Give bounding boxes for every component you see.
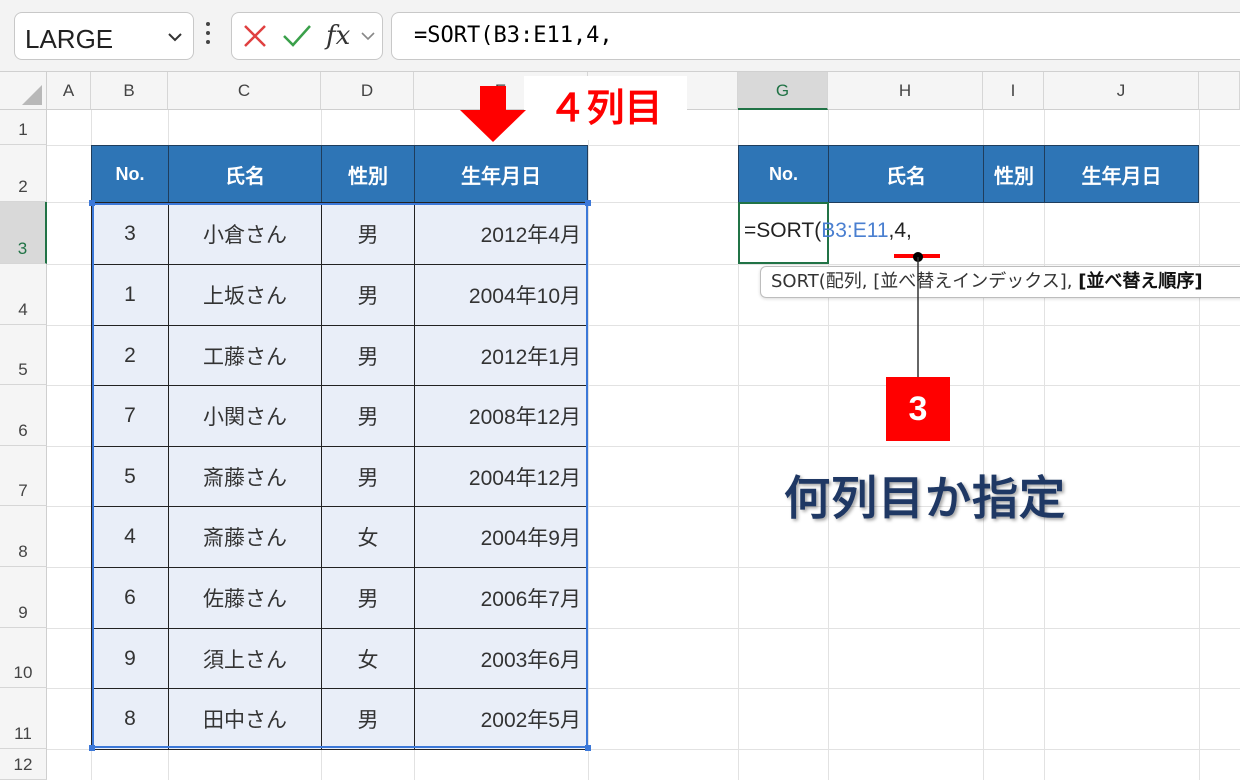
column-header-c[interactable]: C <box>168 72 321 110</box>
table-cell-name[interactable]: 佐藤さん <box>168 567 322 629</box>
name-box-value: LARGE <box>25 24 114 54</box>
formula-buttons: fx <box>231 12 383 60</box>
table-header-gender[interactable]: 性別 <box>321 145 415 203</box>
down-arrow-icon <box>460 86 526 142</box>
table-cell-birth[interactable]: 2006年7月 <box>414 567 588 629</box>
formula-bar: LARGE fx =SORT(B3:E11,4, <box>0 0 1240 72</box>
table-cell-gender[interactable]: 男 <box>321 202 415 265</box>
table-cell-name[interactable]: 斎藤さん <box>168 506 322 568</box>
table-cell-birth[interactable]: 2012年1月 <box>414 325 588 386</box>
table-cell-birth[interactable]: 2004年9月 <box>414 506 588 568</box>
table-cell-no[interactable]: 5 <box>91 446 169 507</box>
table-cell-name[interactable]: 小倉さん <box>168 202 322 265</box>
row-header-8[interactable]: 8 <box>0 506 47 567</box>
table-cell-no[interactable]: 3 <box>91 202 169 265</box>
insert-function-icon[interactable]: fx <box>326 21 350 51</box>
chevron-down-icon[interactable] <box>360 29 376 43</box>
row-header-6[interactable]: 6 <box>0 385 47 446</box>
callout-text: 何列目か指定 <box>784 471 1066 525</box>
output-header-name[interactable]: 氏名 <box>828 145 984 203</box>
table-cell-birth[interactable]: 2004年10月 <box>414 264 588 326</box>
table-cell-gender[interactable]: 男 <box>321 325 415 386</box>
table-cell-name[interactable]: 工藤さん <box>168 325 322 386</box>
table-cell-birth[interactable]: 2002年5月 <box>414 688 588 750</box>
table-cell-no[interactable]: 1 <box>91 264 169 326</box>
row-header-11[interactable]: 11 <box>0 688 47 749</box>
table-cell-no[interactable]: 2 <box>91 325 169 386</box>
row-header-1[interactable]: 1 <box>0 110 47 145</box>
table-cell-no[interactable]: 8 <box>91 688 169 750</box>
table-cell-no[interactable]: 4 <box>91 506 169 568</box>
column-header-g[interactable]: G <box>738 72 828 110</box>
row-header-4[interactable]: 4 <box>0 264 47 325</box>
table-cell-name[interactable]: 斎藤さん <box>168 446 322 507</box>
table-cell-gender[interactable]: 男 <box>321 567 415 629</box>
table-cell-gender[interactable]: 男 <box>321 264 415 326</box>
pointer-line <box>894 252 940 377</box>
table-cell-gender[interactable]: 女 <box>321 628 415 689</box>
column-header-k[interactable] <box>1199 72 1240 110</box>
row-header-7[interactable]: 7 <box>0 446 47 506</box>
table-cell-no[interactable]: 6 <box>91 567 169 629</box>
column-header-h[interactable]: H <box>828 72 983 110</box>
column-header-i[interactable]: I <box>983 72 1044 110</box>
row-header-10[interactable]: 10 <box>0 628 47 688</box>
table-cell-gender[interactable]: 男 <box>321 385 415 447</box>
column-4-label: ４列目 <box>524 76 687 140</box>
row-header-9[interactable]: 9 <box>0 567 47 628</box>
table-cell-name[interactable]: 上坂さん <box>168 264 322 326</box>
table-header-name[interactable]: 氏名 <box>168 145 322 203</box>
table-cell-gender[interactable]: 男 <box>321 446 415 507</box>
output-header-birth[interactable]: 生年月日 <box>1044 145 1199 203</box>
range-handle[interactable] <box>89 745 95 751</box>
table-cell-name[interactable]: 小関さん <box>168 385 322 447</box>
table-cell-no[interactable]: 9 <box>91 628 169 689</box>
row-header-2[interactable]: 2 <box>0 145 47 202</box>
row-header-3[interactable]: 3 <box>0 202 47 264</box>
table-cell-name[interactable]: 須上さん <box>168 628 322 689</box>
more-options-icon[interactable] <box>204 22 212 50</box>
chevron-down-icon[interactable] <box>165 27 185 47</box>
table-cell-name[interactable]: 田中さん <box>168 688 322 750</box>
row-header-5[interactable]: 5 <box>0 325 47 385</box>
column-header-b[interactable]: B <box>91 72 168 110</box>
column-header-d[interactable]: D <box>321 72 414 110</box>
output-header-gender[interactable]: 性別 <box>983 145 1045 203</box>
row-header-12[interactable]: 12 <box>0 749 47 780</box>
column-header-j[interactable]: J <box>1044 72 1199 110</box>
range-handle[interactable] <box>89 200 95 206</box>
table-cell-birth[interactable]: 2012年4月 <box>414 202 588 265</box>
range-handle[interactable] <box>585 745 591 751</box>
table-cell-gender[interactable]: 女 <box>321 506 415 568</box>
table-cell-birth[interactable]: 2008年12月 <box>414 385 588 447</box>
column-header-a[interactable]: A <box>47 72 91 110</box>
table-header-no[interactable]: No. <box>91 145 169 203</box>
name-box[interactable]: LARGE <box>14 12 194 60</box>
table-cell-no[interactable]: 7 <box>91 385 169 447</box>
table-cell-birth[interactable]: 2003年6月 <box>414 628 588 689</box>
table-cell-gender[interactable]: 男 <box>321 688 415 750</box>
table-header-birth[interactable]: 生年月日 <box>414 145 588 203</box>
cell-formula-text[interactable]: =SORT(B3:E11,4, <box>744 219 912 243</box>
formula-text: =SORT(B3:E11,4, <box>414 23 613 48</box>
table-cell-birth[interactable]: 2004年12月 <box>414 446 588 507</box>
range-handle[interactable] <box>585 200 591 206</box>
function-tooltip: SORT(配列, [並べ替えインデックス], [並べ替え順序] <box>760 266 1240 298</box>
step-badge: 3 <box>886 377 950 441</box>
select-all-corner[interactable] <box>0 72 47 110</box>
enter-check-icon[interactable] <box>282 23 312 49</box>
formula-input[interactable]: =SORT(B3:E11,4, <box>391 12 1240 60</box>
cancel-icon[interactable] <box>242 23 268 49</box>
output-header-no[interactable]: No. <box>738 145 829 203</box>
